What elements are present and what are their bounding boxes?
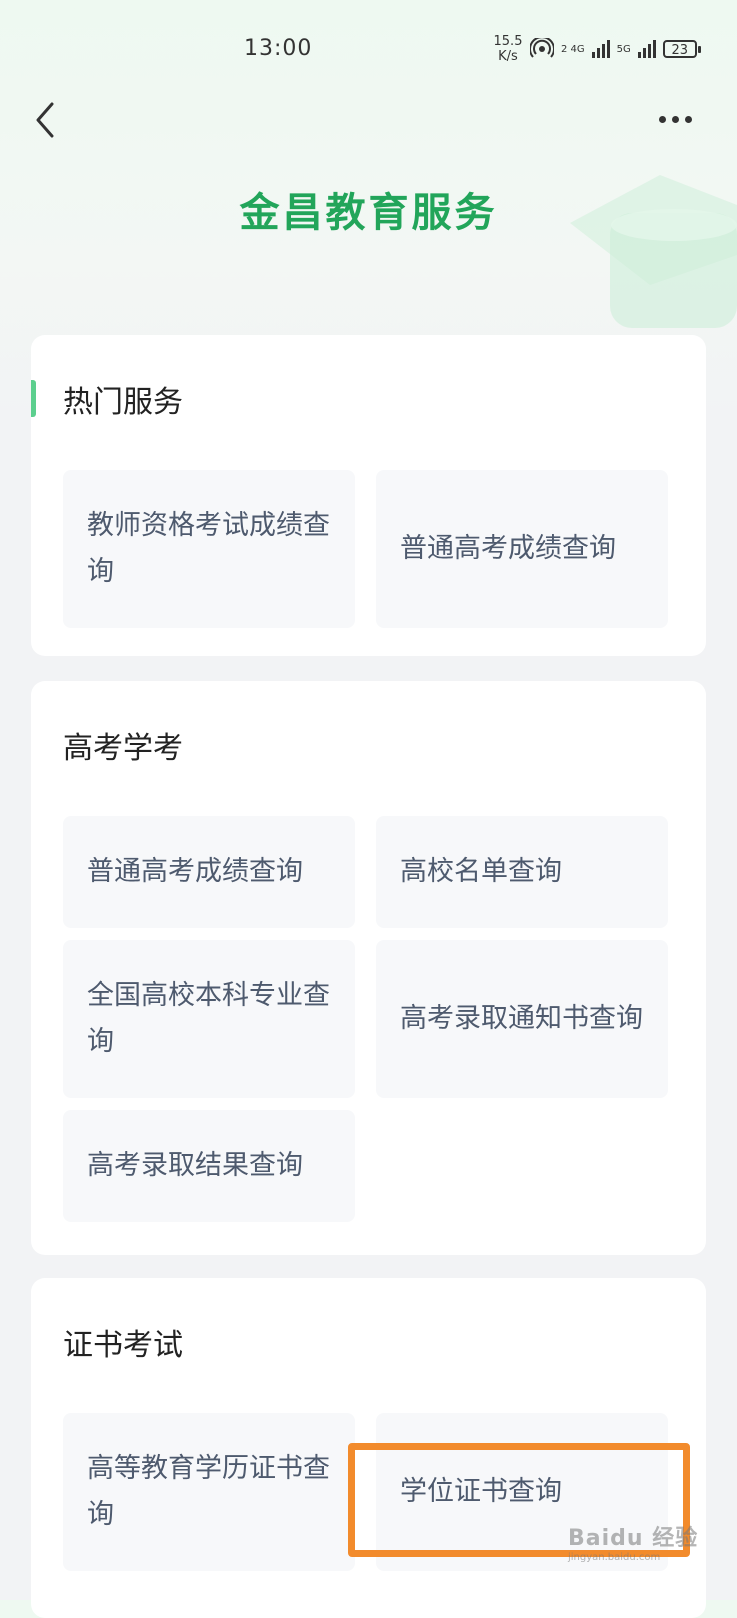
- service-label: 教师资格考试成绩查询: [87, 510, 330, 587]
- signal-bars-icon: [591, 40, 610, 58]
- service-label: 高考录取结果查询: [87, 1150, 303, 1181]
- section-title: 证书考试: [63, 1328, 183, 1363]
- watermark-brand: Baidu 经验: [568, 1526, 699, 1551]
- dot-icon: [658, 115, 666, 123]
- hotspot-icon: [530, 38, 554, 58]
- network-speed: 15.5 K/s: [493, 34, 523, 64]
- hot-services-card: 热门服务 教师资格考试成绩查询 普通高考成绩查询: [31, 335, 706, 656]
- baidu-watermark: Baidu 经验 jingyan.baidu.com: [568, 1520, 698, 1563]
- service-label: 普通高考成绩查询: [400, 533, 616, 564]
- status-bar: 13:00 15.5 K/s 2 4G 5G 23: [0, 0, 737, 100]
- back-button[interactable]: [30, 98, 64, 142]
- status-time: 13:00: [244, 36, 313, 61]
- service-tile[interactable]: 高校名单查询: [376, 816, 668, 928]
- service-label: 普通高考成绩查询: [87, 856, 303, 887]
- service-label: 全国高校本科专业查询: [87, 980, 330, 1057]
- sim2-label: 5G: [616, 43, 631, 55]
- service-tile[interactable]: 高等教育学历证书查询: [63, 1413, 355, 1571]
- service-tile[interactable]: 全国高校本科专业查询: [63, 940, 355, 1098]
- more-options-button[interactable]: [652, 104, 698, 134]
- gaokao-card: 高考学考 普通高考成绩查询 高校名单查询 全国高校本科专业查询 高考录取通知书查…: [31, 681, 706, 1255]
- service-tile[interactable]: 普通高考成绩查询: [376, 470, 668, 628]
- section-title: 高考学考: [63, 731, 183, 766]
- status-indicators: 15.5 K/s 2 4G 5G 23: [493, 32, 701, 66]
- service-label: 高等教育学历证书查询: [87, 1453, 330, 1530]
- chevron-left-icon: [36, 102, 54, 138]
- service-tile[interactable]: 普通高考成绩查询: [63, 816, 355, 928]
- watermark-url: jingyan.baidu.com: [568, 1552, 661, 1563]
- service-tile[interactable]: 教师资格考试成绩查询: [63, 470, 355, 628]
- section-accent-bar: [31, 380, 36, 417]
- service-label: 高校名单查询: [400, 856, 562, 887]
- page-title: 金昌教育服务: [239, 190, 498, 236]
- signal-bars-icon: [637, 40, 656, 58]
- sim1-label: 2 4G: [561, 43, 585, 55]
- service-label: 高考录取通知书查询: [400, 1003, 643, 1034]
- section-title: 热门服务: [63, 385, 183, 420]
- dot-icon: [671, 115, 679, 123]
- service-tile[interactable]: 高考录取结果查询: [63, 1110, 355, 1222]
- dot-icon: [684, 115, 692, 123]
- service-tile[interactable]: 高考录取通知书查询: [376, 940, 668, 1098]
- battery-icon: 23: [662, 40, 701, 58]
